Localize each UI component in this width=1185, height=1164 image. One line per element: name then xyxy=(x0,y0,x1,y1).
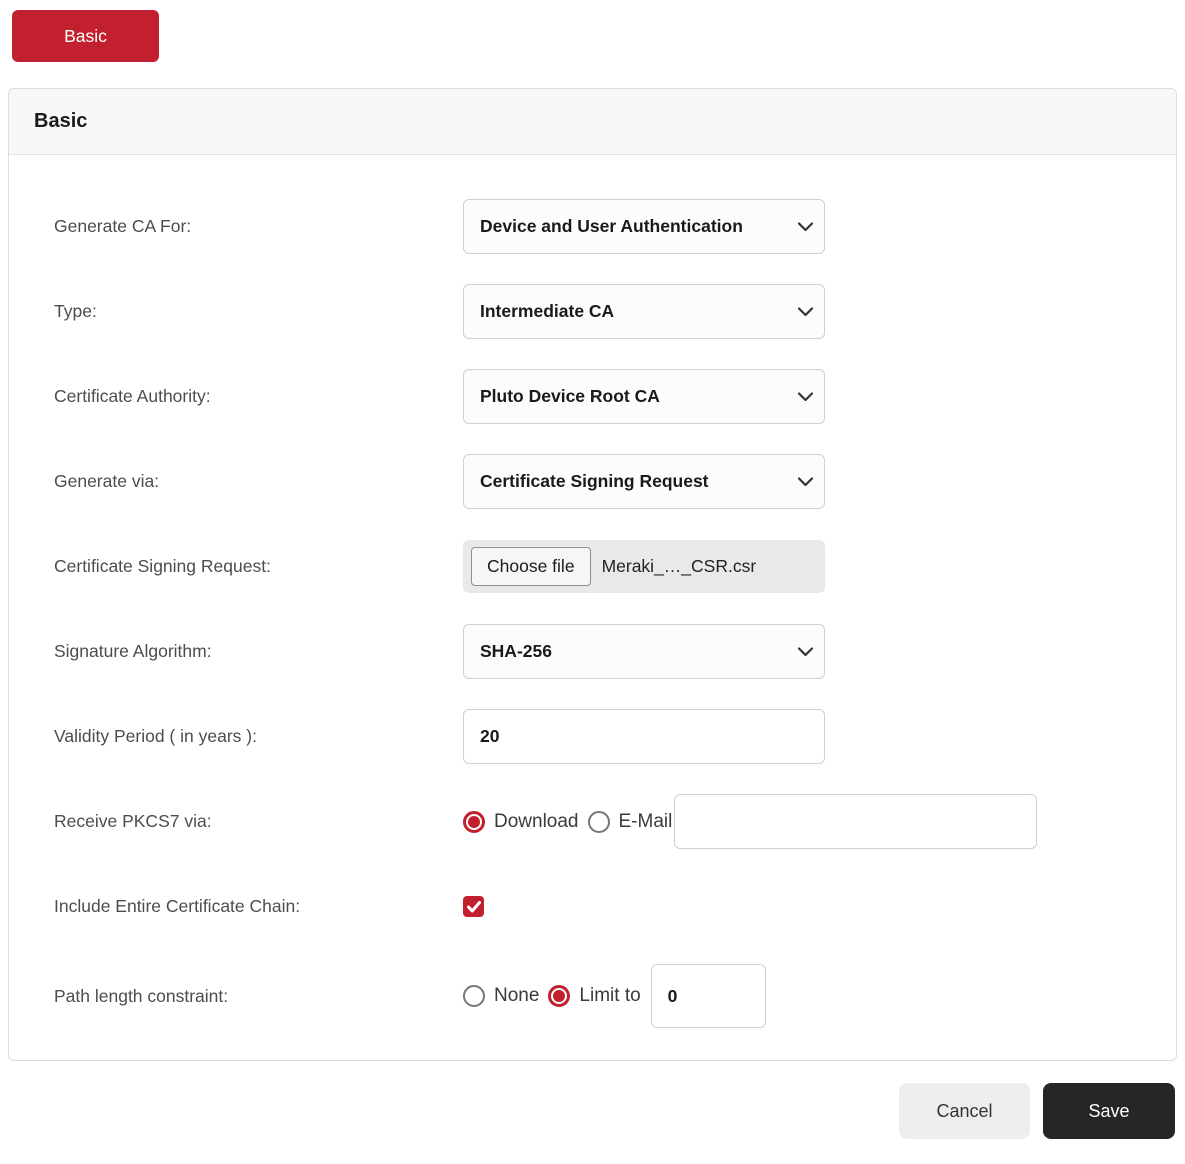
footer-actions: Cancel Save xyxy=(0,1083,1185,1139)
generate-ca-for-value: Device and User Authentication xyxy=(480,216,743,236)
row-receive-pkcs7: Receive PKCS7 via: Download E-Mail xyxy=(54,794,1176,849)
type-label: Type: xyxy=(54,301,97,321)
signature-algorithm-select[interactable]: SHA-256 xyxy=(463,624,825,679)
validity-period-input[interactable] xyxy=(463,709,825,764)
download-radio-label[interactable]: Download xyxy=(494,811,579,833)
email-radio[interactable] xyxy=(587,810,610,833)
none-radio[interactable] xyxy=(463,985,485,1007)
csr-file-label: Certificate Signing Request: xyxy=(54,556,271,576)
row-type: Type: Intermediate CA xyxy=(54,284,1176,339)
csr-file-input[interactable]: Choose file Meraki_…_CSR.csr xyxy=(463,540,825,593)
generate-ca-for-select[interactable]: Device and User Authentication xyxy=(463,199,825,254)
chevron-down-icon xyxy=(798,391,813,401)
tab-basic-label: Basic xyxy=(64,25,107,46)
signature-algorithm-label: Signature Algorithm: xyxy=(54,641,212,661)
receive-pkcs7-radio-group: Download E-Mail xyxy=(463,794,1038,849)
panel-header: Basic xyxy=(9,89,1176,155)
certificate-authority-value: Pluto Device Root CA xyxy=(480,386,660,406)
path-length-label: Path length constraint: xyxy=(54,985,229,1006)
row-include-chain: Include Entire Certificate Chain: xyxy=(54,879,1176,934)
email-input[interactable] xyxy=(674,794,1038,849)
row-generate-via: Generate via: Certificate Signing Reques… xyxy=(54,454,1176,509)
basic-panel: Basic Generate CA For: Device and User A… xyxy=(8,88,1177,1061)
tab-basic[interactable]: Basic xyxy=(12,10,159,62)
certificate-authority-select[interactable]: Pluto Device Root CA xyxy=(463,369,825,424)
generate-via-select[interactable]: Certificate Signing Request xyxy=(463,454,825,509)
limit-value-input[interactable] xyxy=(650,964,766,1028)
path-length-radio-group: None Limit to xyxy=(463,964,766,1028)
include-chain-checkbox[interactable] xyxy=(463,896,484,917)
radio-dot xyxy=(553,990,566,1002)
chevron-down-icon xyxy=(798,306,813,316)
row-certificate-authority: Certificate Authority: Pluto Device Root… xyxy=(54,369,1176,424)
row-csr-file: Certificate Signing Request: Choose file… xyxy=(54,539,1176,594)
generate-via-label: Generate via: xyxy=(54,471,160,491)
type-select[interactable]: Intermediate CA xyxy=(463,284,825,339)
chevron-down-icon xyxy=(798,476,813,486)
choose-file-button[interactable]: Choose file xyxy=(471,547,591,586)
download-radio[interactable] xyxy=(463,810,485,833)
panel-body: Generate CA For: Device and User Authent… xyxy=(9,155,1176,1060)
generate-via-value: Certificate Signing Request xyxy=(480,471,709,491)
include-chain-label: Include Entire Certificate Chain: xyxy=(54,896,301,916)
validity-period-label: Validity Period ( in years ): xyxy=(54,726,257,746)
csr-file-name: Meraki_…_CSR.csr xyxy=(601,556,757,576)
row-validity-period: Validity Period ( in years ): xyxy=(54,709,1176,764)
limit-to-radio-label[interactable]: Limit to xyxy=(579,985,640,1007)
row-signature-algorithm: Signature Algorithm: SHA-256 xyxy=(54,624,1176,679)
chevron-down-icon xyxy=(798,221,813,231)
limit-to-radio[interactable] xyxy=(548,985,571,1007)
generate-ca-for-label: Generate CA For: xyxy=(54,216,192,236)
none-radio-label[interactable]: None xyxy=(494,985,539,1007)
cancel-button[interactable]: Cancel xyxy=(899,1083,1030,1139)
radio-dot xyxy=(468,815,480,828)
save-button[interactable]: Save xyxy=(1043,1083,1175,1139)
certificate-authority-label: Certificate Authority: xyxy=(54,386,211,406)
check-icon xyxy=(466,900,481,912)
row-path-length: Path length constraint: None Limit to xyxy=(54,964,1176,1028)
panel-title: Basic xyxy=(34,110,88,132)
type-value: Intermediate CA xyxy=(480,301,615,321)
receive-pkcs7-label: Receive PKCS7 via: xyxy=(54,811,212,831)
email-radio-label[interactable]: E-Mail xyxy=(619,811,673,833)
chevron-down-icon xyxy=(798,646,813,656)
row-generate-ca-for: Generate CA For: Device and User Authent… xyxy=(54,199,1176,254)
signature-algorithm-value: SHA-256 xyxy=(480,641,552,661)
